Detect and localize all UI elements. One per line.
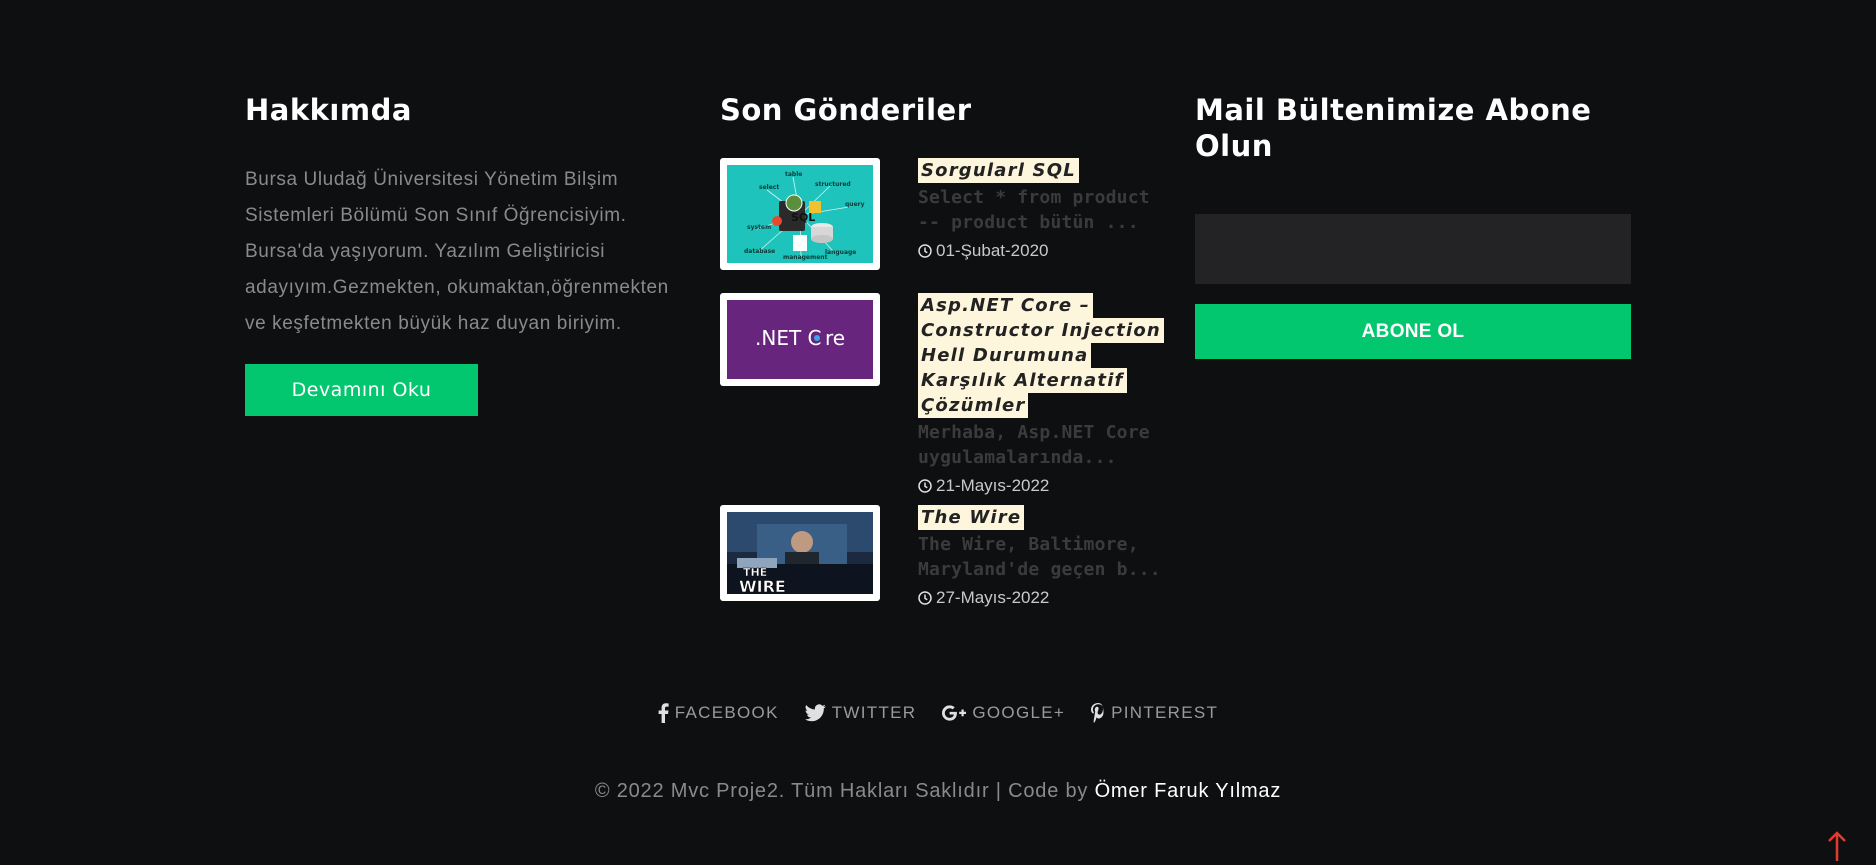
read-more-button[interactable]: Devamını Oku xyxy=(245,364,478,416)
google-plus-link[interactable]: GOOGLE+ xyxy=(942,703,1065,723)
copyright: © 2022 Mvc Proje2. Tüm Hakları Saklıdır … xyxy=(0,780,1876,803)
post-thumbnail[interactable]: .NET C re xyxy=(720,293,880,386)
about-text: Bursa Uludağ Üniversitesi Yönetim Bilşim… xyxy=(245,169,669,334)
thumb-label: database xyxy=(744,248,775,255)
thumb-label: query xyxy=(845,201,865,208)
about-title: Hakkımda xyxy=(245,93,412,127)
recent-posts-title: Son Gönderiler xyxy=(720,93,972,127)
the-wire-poster-icon: THE WIRE xyxy=(727,512,873,594)
post-title-link[interactable]: Sorgularl SQL xyxy=(918,158,1079,183)
post-date: 21-Mayıs-2022 xyxy=(918,476,1163,496)
thumb-label: WIRE xyxy=(739,577,786,594)
thumb-label: .NET C xyxy=(755,326,822,350)
thumb-label: select xyxy=(759,184,779,191)
post-title-link[interactable]: Asp.NET Core – Constructor Injection Hel… xyxy=(918,293,1164,418)
thumb-label: table xyxy=(785,171,802,178)
thumb-label: re xyxy=(825,326,845,350)
post-excerpt: Select * from product -- product bütün .… xyxy=(918,187,1150,233)
post-thumbnail[interactable]: THE WIRE xyxy=(720,505,880,601)
post-thumbnail-image: .NET C re xyxy=(727,300,873,379)
post-date-text: 27-Mayıs-2022 xyxy=(936,588,1050,607)
clock-icon xyxy=(918,591,932,605)
social-links: FACEBOOK TWITTER GOOGLE+ PINTEREST xyxy=(0,703,1876,723)
post-body: Sorgularl SQL Select * from product -- p… xyxy=(918,158,1163,261)
google-plus-icon xyxy=(942,705,967,721)
post-body: The Wire The Wire, Baltimore, Maryland'd… xyxy=(918,505,1163,608)
subscribe-button[interactable]: ABONE OL xyxy=(1195,304,1631,359)
newsletter-email-input[interactable] xyxy=(1195,214,1631,284)
post-date: 01-Şubat-2020 xyxy=(918,241,1163,261)
clock-icon xyxy=(918,244,932,258)
recent-posts-widget: Son Gönderiler table structured select q… xyxy=(720,92,1164,607)
pinterest-icon xyxy=(1091,703,1104,723)
post-excerpt: The Wire, Baltimore, Maryland'de geçen b… xyxy=(918,534,1161,580)
clock-icon xyxy=(918,479,932,493)
copyright-text: © 2022 Mvc Proje2. Tüm Hakları Saklıdır … xyxy=(594,780,1095,802)
dotnet-core-logo-icon: .NET C re xyxy=(727,300,873,379)
facebook-label: FACEBOOK xyxy=(674,703,779,722)
thumb-label: structured xyxy=(815,181,851,188)
thumb-label: SQL xyxy=(791,211,815,224)
post-thumbnail-image: THE WIRE xyxy=(727,512,873,594)
facebook-link[interactable]: FACEBOOK xyxy=(658,703,779,723)
thumb-label: language xyxy=(825,249,856,256)
facebook-icon xyxy=(658,703,669,723)
post-body: Asp.NET Core – Constructor Injection Hel… xyxy=(918,293,1164,496)
arrow-up-icon xyxy=(1828,831,1846,861)
post-thumbnail[interactable]: table structured select query SQL system… xyxy=(720,158,880,270)
pinterest-link[interactable]: PINTEREST xyxy=(1091,703,1218,723)
google-plus-label: GOOGLE+ xyxy=(972,703,1066,722)
twitter-label: TWITTER xyxy=(831,703,917,722)
newsletter-title: Mail Bültenimize Abone Olun xyxy=(1195,93,1592,163)
post-thumbnail-image: table structured select query SQL system… xyxy=(727,165,873,263)
author-link[interactable]: Ömer Faruk Yılmaz xyxy=(1095,780,1282,802)
post-title-link[interactable]: The Wire xyxy=(918,505,1025,530)
pinterest-label: PINTEREST xyxy=(1111,703,1219,722)
thumb-label: management xyxy=(783,254,828,261)
scroll-to-top-button[interactable] xyxy=(1826,831,1848,861)
sql-diagram-icon: table structured select query SQL system… xyxy=(727,165,873,263)
post-date: 27-Mayıs-2022 xyxy=(918,588,1163,608)
post-date-text: 21-Mayıs-2022 xyxy=(936,476,1050,495)
twitter-icon xyxy=(804,704,826,722)
about-widget: Hakkımda Bursa Uludağ Üniversitesi Yönet… xyxy=(245,92,675,416)
newsletter-widget: Mail Bültenimize Abone Olun ABONE OL xyxy=(1195,92,1631,359)
twitter-link[interactable]: TWITTER xyxy=(804,703,917,723)
post-date-text: 01-Şubat-2020 xyxy=(936,241,1049,260)
thumb-label: system xyxy=(747,224,771,231)
post-excerpt: Merhaba, Asp.NET Core uygulamalarında... xyxy=(918,422,1150,468)
